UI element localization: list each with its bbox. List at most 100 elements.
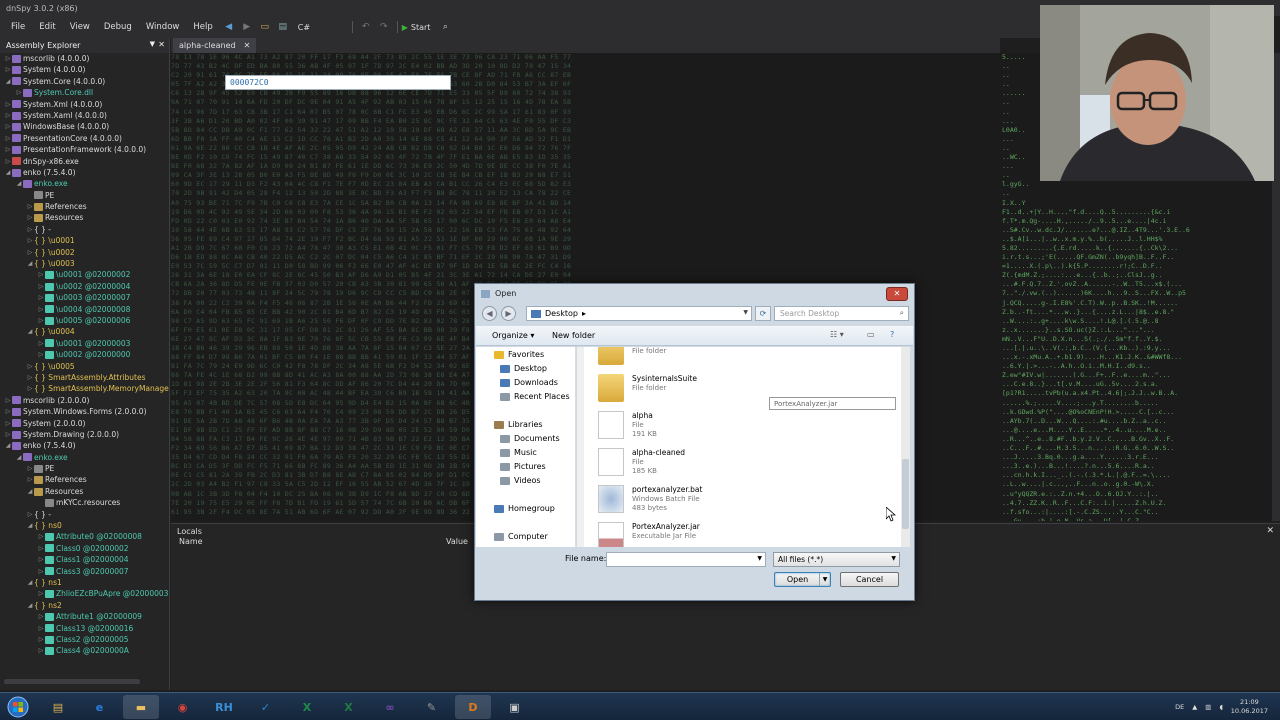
tree-node[interactable]: ▷ mscorlib (2.0.0.0) [0,395,169,406]
tree-node[interactable]: ▷ \u0003 @02000007 [0,292,169,303]
taskbar-folder-icon[interactable]: ▬ [123,695,159,719]
tree-node[interactable]: ▷ System.Xml (4.0.0.0) [0,99,169,110]
collapsed-arrow-icon[interactable]: ▷ [37,634,45,645]
collapsed-arrow-icon[interactable]: ▷ [26,212,34,223]
chevron-down-icon[interactable]: ▼ [819,573,830,586]
tree-node[interactable]: ▷ System.Drawing (2.0.0.0) [0,429,169,440]
search-input[interactable]: Search Desktop ⌕ [774,306,909,321]
refresh-button[interactable]: ⟳ [755,306,771,321]
collapsed-arrow-icon[interactable]: ▷ [26,247,34,258]
collapsed-arrow-icon[interactable]: ▷ [37,304,45,315]
address-bar[interactable]: Desktop ▸ ▼ [526,306,752,321]
hex-row[interactable]: 000070F0A1 2B D9 7C 67 60 F0 C8 23 72 A4… [171,75,1000,253]
dropdown-icon[interactable]: ▼ [150,40,155,48]
collapsed-arrow-icon[interactable]: ▷ [26,463,34,474]
collapsed-arrow-icon[interactable]: ▷ [4,110,12,121]
hex-row[interactable]: 000070A0A0 75 93 BE 71 7C F9 7B C0 C6 C8… [171,75,1000,208]
tree-node[interactable]: ▷{ } \u0002 [0,247,169,258]
tree-node[interactable]: PE [0,190,169,201]
undo-icon[interactable]: ↶ [359,20,373,34]
forward-icon[interactable]: ▶ [240,20,254,34]
tree-node[interactable]: ◢ enko (7.5.4.0) [0,440,169,451]
expanded-arrow-icon[interactable]: ◢ [4,167,12,178]
tree-node[interactable]: ▷ System.Core.dll [0,87,169,98]
tree-node[interactable]: ▷ \u0001 @02000002 [0,269,169,280]
hex-row[interactable]: 000070205B 8D 84 CC DB A9 0C F1 77 62 54… [171,75,1000,135]
tree-node[interactable]: ▷ \u0004 @02000008 [0,304,169,315]
tree-node[interactable]: ▷ Class0 @02000002 [0,543,169,554]
collapsed-arrow-icon[interactable]: ▷ [37,611,45,622]
collapsed-arrow-icon[interactable]: ▷ [26,372,34,383]
expanded-arrow-icon[interactable]: ◢ [26,326,34,337]
tree-node[interactable]: ◢{ } \u0003 [0,258,169,269]
collapsed-arrow-icon[interactable]: ▷ [15,87,23,98]
taskbar-explorer-icon[interactable]: ▤ [40,695,76,719]
hex-row[interactable]: 00007050BE 0D F2 10 C0 74 FC 15 49 87 40… [171,75,1000,162]
volume-icon[interactable]: ◖ [1219,703,1222,711]
collapsed-arrow-icon[interactable]: ▷ [37,338,45,349]
taskbar-excel2-icon[interactable]: X [331,695,367,719]
tree-node[interactable]: ◢ Resources [0,486,169,497]
collapsed-arrow-icon[interactable]: ▷ [37,531,45,542]
network-icon[interactable]: ▥ [1205,703,1211,711]
new-folder-button[interactable]: New folder [552,331,595,340]
nav-item-computer[interactable]: Computer [494,532,548,541]
start-orb-icon[interactable] [2,695,34,719]
nav-item-recent-places[interactable]: Recent Places [500,392,570,401]
expanded-arrow-icon[interactable]: ◢ [15,178,23,189]
collapsed-arrow-icon[interactable]: ▷ [37,543,45,554]
tree-node[interactable]: ▷ Attribute0 @02000008 [0,531,169,542]
close-icon[interactable]: ✕ [244,41,251,50]
navigation-scrollbar[interactable] [577,347,584,547]
tree-node[interactable]: ▷{ } SmartAssembly.MemoryManage [0,383,169,394]
tree-node[interactable]: ▷ ZhlioEZcBPuApre @02000003 [0,588,169,599]
collapsed-arrow-icon[interactable]: ▷ [26,509,34,520]
collapsed-arrow-icon[interactable]: ▷ [26,224,34,235]
hex-row[interactable]: 00006FB07D 77 43 B2 4C DF ED BA 80 55 36… [171,62,1000,90]
tree-node[interactable]: ▷ mscorlib (4.0.0.0) [0,53,169,64]
tree-node[interactable]: ◢ enko.exe [0,178,169,189]
tree-node[interactable]: ▷ References [0,201,169,212]
menu-debug[interactable]: Debug [97,22,139,32]
collapsed-arrow-icon[interactable]: ▷ [26,201,34,212]
expanded-arrow-icon[interactable]: ◢ [26,600,34,611]
forward-button[interactable]: ▶ [501,306,516,321]
tree-node[interactable]: ◢{ } ns2 [0,600,169,611]
hex-row[interactable]: 000070C0FD 0D 22 C0 03 E0 92 74 3E B7 B4… [171,75,1000,226]
nav-item-pictures[interactable]: Pictures [500,462,546,471]
tree-node[interactable]: ▷ References [0,474,169,485]
collapsed-arrow-icon[interactable]: ▷ [37,349,45,360]
nav-item-homegroup[interactable]: Homegroup [494,504,555,513]
tray-expand-icon[interactable]: ▲ [1192,703,1197,711]
tree-node[interactable]: ▷ \u0005 @02000006 [0,315,169,326]
filename-input[interactable]: ▼ [606,552,766,567]
nav-item-desktop[interactable]: Desktop [500,364,547,373]
taskbar-todo-icon[interactable]: ✓ [248,695,284,719]
tree-node[interactable]: ▷{ } - [0,224,169,235]
hex-row[interactable]: 00006FF09A 71 07 70 91 14 6A FD 20 DF DC… [171,75,1000,107]
tree-node[interactable]: ▷ \u0001 @02000003 [0,338,169,349]
collapsed-arrow-icon[interactable]: ▷ [4,64,12,75]
taskbar-chrome-icon[interactable]: ◉ [165,695,201,719]
expanded-arrow-icon[interactable]: ◢ [26,520,34,531]
search-icon[interactable]: ⌕ [438,20,452,34]
hex-row[interactable]: 000070608E F0 68 32 7A 82 AF 1A D9 09 24… [171,75,1000,171]
collapsed-arrow-icon[interactable]: ▷ [26,383,34,394]
collapsed-arrow-icon[interactable]: ▷ [37,623,45,634]
file-item[interactable]: portexanalyzer.bat Windows Batch File 483 … [598,483,778,517]
taskbar-pin-icon[interactable]: ✎ [414,695,450,719]
tree-node[interactable]: ▷ System.Xaml (4.0.0.0) [0,110,169,121]
nav-item-libraries[interactable]: Libraries [494,420,543,429]
collapsed-arrow-icon[interactable]: ▷ [26,235,34,246]
nav-item-videos[interactable]: Videos [500,476,541,485]
file-item[interactable]: PortexAnalyzer.jar Executable Jar File [598,520,778,547]
taskbar-window-icon[interactable]: ▣ [497,695,533,719]
file-type-select[interactable]: All files (*.*) ▼ [773,552,900,567]
tree-node[interactable]: ▷ dnSpy-x86.exe [0,156,169,167]
taskbar-rh-icon[interactable]: RH [206,695,242,719]
file-list-scrollbar[interactable] [901,347,910,547]
tree-node[interactable]: ▷ WindowsBase (4.0.0.0) [0,121,169,132]
menu-file[interactable]: File [4,22,32,32]
expanded-arrow-icon[interactable]: ◢ [26,258,34,269]
tree-node[interactable]: ▷ \u0002 @02000000 [0,349,169,360]
